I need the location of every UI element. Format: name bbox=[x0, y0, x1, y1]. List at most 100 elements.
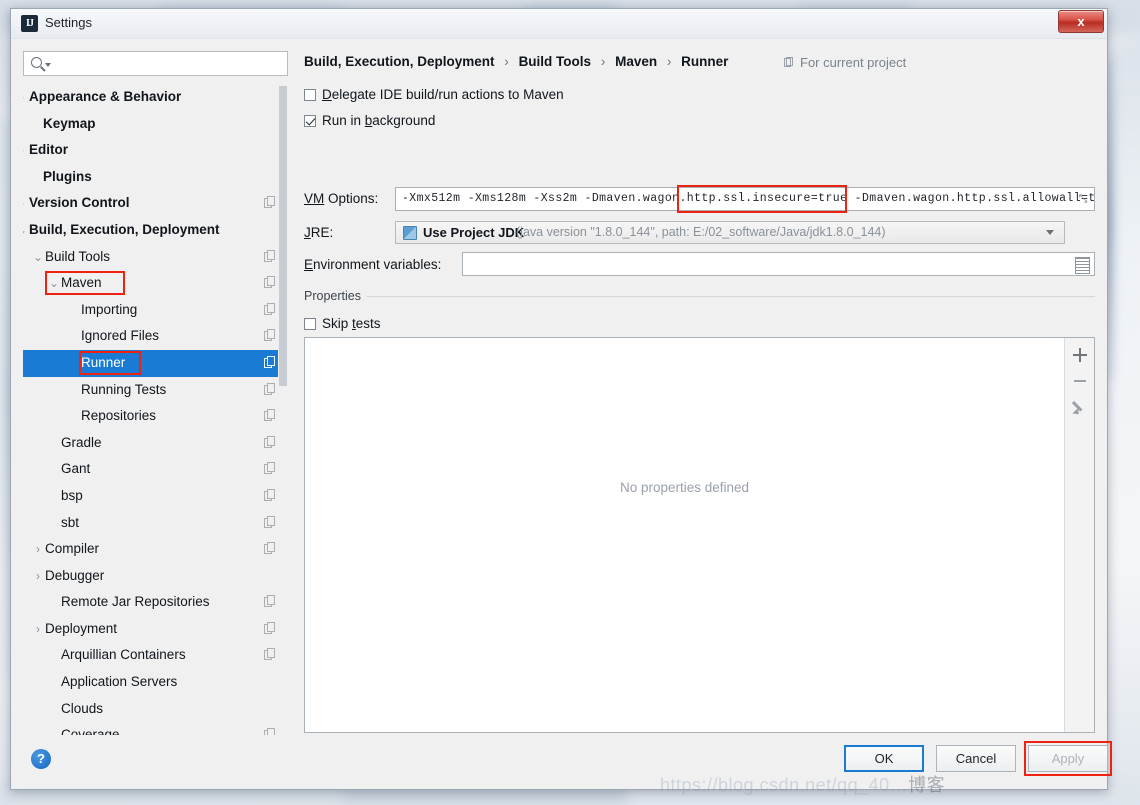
copy-settings-icon[interactable] bbox=[264, 435, 276, 449]
copy-settings-icon[interactable] bbox=[264, 542, 276, 555]
sidebar-item-label: Running Tests bbox=[81, 381, 167, 397]
breadcrumb-part-2[interactable]: Build Tools bbox=[519, 54, 592, 69]
sidebar-item-build-execution-deployment[interactable]: ⌄Build, Execution, Deployment bbox=[23, 217, 288, 244]
sidebar-item-gradle[interactable]: Gradle bbox=[23, 430, 288, 457]
sidebar-item-importing[interactable]: Importing bbox=[23, 297, 288, 324]
copy-settings-icon[interactable] bbox=[264, 196, 276, 209]
close-button[interactable]: x bbox=[1058, 10, 1104, 33]
sidebar-item-coverage[interactable]: Coverage bbox=[23, 722, 288, 735]
search-dropdown-icon[interactable] bbox=[45, 63, 51, 67]
settings-tree[interactable]: ›Appearance & Behavior Keymap ›EditorPlugi… bbox=[23, 84, 288, 735]
sidebar-item-remote-jar-repositories[interactable]: Remote Jar Repositories bbox=[23, 589, 288, 616]
jre-select[interactable]: Use Project JDK (java version "1.8.0_144… bbox=[395, 221, 1065, 244]
sidebar-item-repositories[interactable]: Repositories bbox=[23, 403, 288, 430]
remove-property-button[interactable] bbox=[1069, 370, 1091, 392]
sidebar-item-label: Deployment bbox=[45, 620, 118, 636]
sidebar-item-label: Ignored Files bbox=[81, 328, 160, 344]
add-property-button[interactable] bbox=[1069, 344, 1091, 366]
chevron-right-icon[interactable]: › bbox=[31, 563, 45, 590]
sidebar-item-clouds[interactable]: Clouds bbox=[23, 696, 288, 723]
breadcrumb: Build, Execution, Deployment › Build Too… bbox=[304, 54, 728, 69]
scope-label: For current project bbox=[800, 55, 907, 70]
breadcrumb-part-1[interactable]: Build, Execution, Deployment bbox=[304, 54, 495, 69]
sidebar-item-runner[interactable]: Runner bbox=[23, 349, 288, 377]
copy-settings-icon[interactable] bbox=[264, 382, 276, 396]
sidebar-item-appearance-behavior[interactable]: ›Appearance & Behavior bbox=[23, 84, 288, 111]
ok-button[interactable]: OK bbox=[844, 745, 924, 772]
sidebar-item-label: Runner bbox=[81, 354, 126, 370]
sidebar-item-label: Keymap bbox=[43, 115, 96, 131]
copy-settings-icon[interactable] bbox=[264, 409, 276, 422]
sidebar-item-application-servers[interactable]: Application Servers bbox=[23, 669, 288, 696]
sidebar-item-plugins[interactable]: Plugins bbox=[23, 164, 288, 191]
help-icon[interactable]: ? bbox=[31, 749, 51, 769]
environment-variables-input[interactable] bbox=[462, 252, 1095, 276]
sidebar-item-label: Version Control bbox=[29, 195, 130, 211]
sidebar-item-ignored-files[interactable]: Ignored Files bbox=[23, 323, 288, 350]
sidebar-item-debugger[interactable]: › Debugger bbox=[23, 563, 288, 590]
skip-tests-label-post: ests bbox=[355, 316, 381, 331]
copy-settings-icon[interactable] bbox=[264, 488, 276, 502]
sidebar-item-editor[interactable]: ›Editor bbox=[23, 137, 288, 164]
chevron-right-icon[interactable]: › bbox=[31, 616, 45, 643]
copy-settings-icon[interactable] bbox=[264, 462, 276, 475]
copy-settings-icon[interactable] bbox=[264, 515, 276, 529]
vm-options-input[interactable]: -Xmx512m -Xms128m -Xss2m -Dmaven.wagon.h… bbox=[395, 187, 1095, 211]
delegate-checkbox-row[interactable]: Delegate IDE build/run actions to Maven bbox=[304, 87, 564, 102]
environment-variables-browse-icon[interactable] bbox=[1075, 257, 1090, 274]
chevron-down-icon[interactable]: ⌄ bbox=[31, 244, 45, 271]
env-label-text: nvironment variables: bbox=[313, 257, 442, 272]
scrollbar-thumb[interactable] bbox=[279, 86, 287, 386]
sidebar-item-arquillian-containers[interactable]: Arquillian Containers bbox=[23, 642, 288, 669]
apply-button: Apply bbox=[1028, 745, 1108, 772]
copy-settings-icon[interactable] bbox=[264, 355, 276, 369]
skip-tests-checkbox-row[interactable]: Skip tests bbox=[304, 316, 381, 331]
sidebar-item-gant[interactable]: Gant bbox=[23, 456, 288, 483]
copy-settings-icon[interactable] bbox=[264, 621, 276, 635]
chevron-down-icon[interactable]: ⌄ bbox=[47, 270, 61, 297]
run-in-background-checkbox-row[interactable]: Run in background bbox=[304, 113, 435, 128]
properties-list[interactable]: No properties defined bbox=[304, 337, 1095, 733]
sidebar-item-maven[interactable]: ⌄ Maven bbox=[23, 270, 288, 297]
chevron-right-icon[interactable]: › bbox=[31, 536, 45, 563]
settings-dialog: IJ Settings x ›Appearance & BehaviorKeym… bbox=[10, 8, 1112, 790]
breadcrumb-separator-3: › bbox=[666, 54, 672, 69]
sidebar-item-sbt[interactable]: sbt bbox=[23, 510, 288, 537]
copy-settings-icon[interactable] bbox=[264, 249, 276, 263]
sidebar-item-keymap[interactable]: Keymap bbox=[23, 111, 288, 138]
copy-settings-icon[interactable] bbox=[264, 728, 276, 735]
sidebar-item-running-tests[interactable]: Running Tests bbox=[23, 377, 288, 404]
delegate-checkbox[interactable] bbox=[304, 89, 316, 101]
copy-settings-icon[interactable] bbox=[264, 302, 276, 316]
copy-settings-icon[interactable] bbox=[264, 329, 276, 342]
sidebar-item-label: Gant bbox=[61, 461, 91, 477]
copy-settings-icon[interactable] bbox=[264, 276, 276, 289]
copy-settings-icon[interactable] bbox=[264, 595, 276, 608]
sidebar-item-label: Remote Jar Repositories bbox=[61, 594, 210, 610]
cancel-button[interactable]: Cancel bbox=[936, 745, 1016, 772]
sidebar-item-label: Coverage bbox=[61, 727, 120, 735]
settings-tree-scrollbar[interactable] bbox=[278, 84, 288, 735]
jre-label-mnemonic: J bbox=[304, 225, 311, 240]
sidebar-item-label: Compiler bbox=[45, 541, 100, 557]
sidebar-item-compiler[interactable]: › Compiler bbox=[23, 536, 288, 563]
sidebar-item-bsp[interactable]: bsp bbox=[23, 483, 288, 510]
dialog-content: ›Appearance & Behavior Keymap ›EditorPlugi… bbox=[11, 39, 1112, 789]
env-label-mnemonic: E bbox=[304, 257, 314, 272]
edit-property-button[interactable] bbox=[1069, 396, 1091, 418]
expand-editor-icon[interactable]: ⤡ bbox=[1076, 192, 1090, 206]
run-in-background-checkbox[interactable] bbox=[304, 115, 316, 127]
breadcrumb-part-3[interactable]: Maven bbox=[615, 54, 657, 69]
skip-tests-checkbox[interactable] bbox=[304, 318, 316, 330]
sidebar-item-version-control[interactable]: ›Version Control bbox=[23, 190, 288, 217]
chevron-down-icon[interactable] bbox=[1046, 230, 1054, 235]
breadcrumb-part-4[interactable]: Runner bbox=[681, 54, 728, 69]
copy-settings-icon[interactable] bbox=[264, 648, 276, 661]
search-box[interactable] bbox=[23, 51, 288, 76]
sidebar-item-deployment[interactable]: › Deployment bbox=[23, 616, 288, 643]
search-input[interactable] bbox=[54, 54, 283, 73]
environment-variables-label: Environment variables: bbox=[304, 257, 441, 272]
sidebar-item-build-tools[interactable]: ⌄ Build Tools bbox=[23, 244, 288, 271]
properties-group-divider bbox=[367, 296, 1095, 297]
jre-label: JRE: bbox=[304, 225, 333, 240]
